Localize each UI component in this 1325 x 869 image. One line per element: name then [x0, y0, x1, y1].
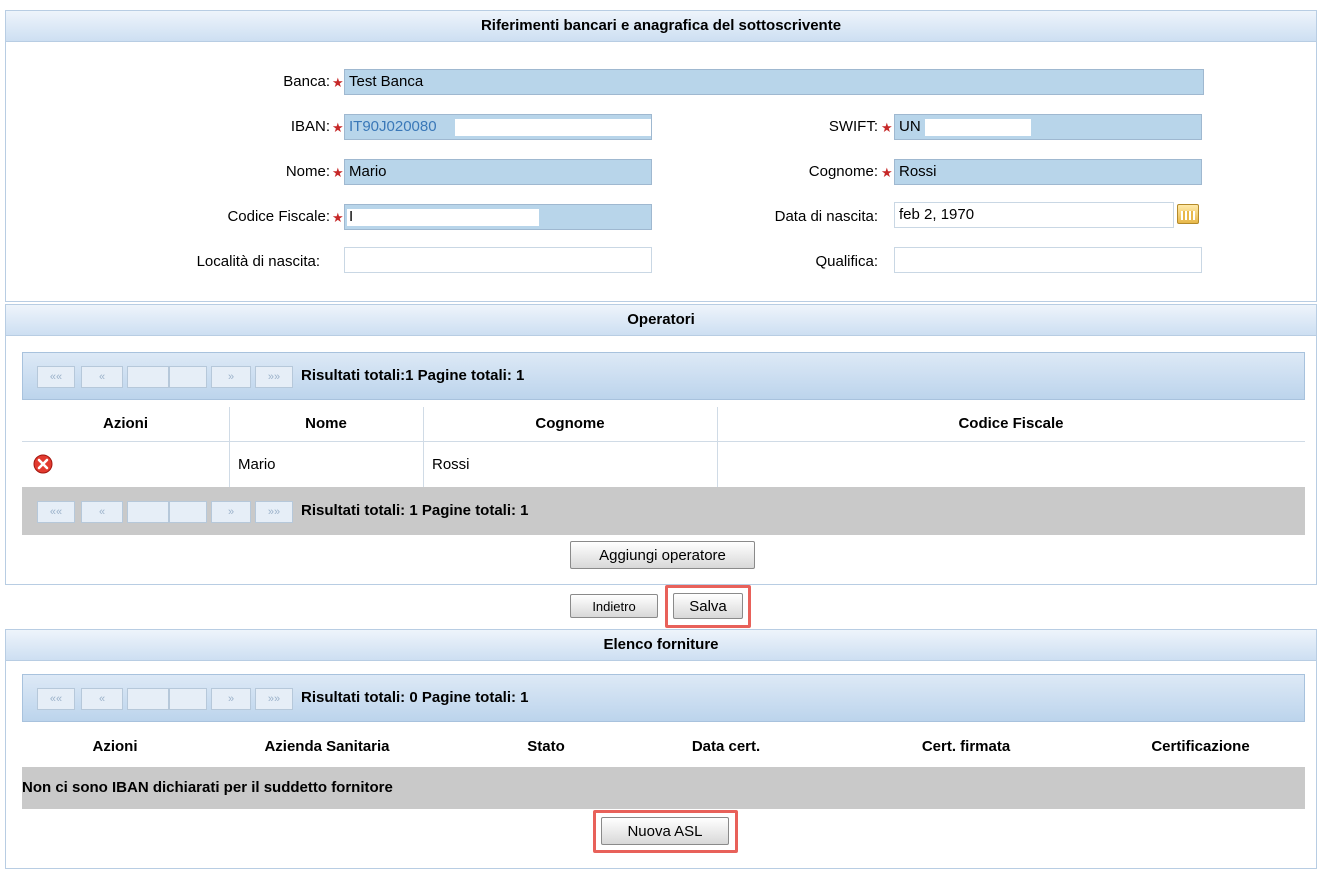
- page-input[interactable]: [127, 366, 169, 388]
- page-count: [169, 501, 207, 523]
- redaction: [455, 119, 651, 136]
- last-page-button[interactable]: »»: [255, 366, 293, 388]
- col-cert-firmata[interactable]: Cert. firmata: [836, 738, 1096, 755]
- next-page-button[interactable]: »: [211, 501, 251, 523]
- col-codice-fiscale[interactable]: Codice Fiscale: [717, 415, 1305, 432]
- localita-label: Località di nascita:: [196, 253, 320, 270]
- forniture-table-header: Azioni Azienda Sanitaria Stato Data cert…: [22, 730, 1305, 764]
- cell-cognome: Rossi: [432, 456, 470, 473]
- redaction: [347, 209, 539, 226]
- cognome-field[interactable]: Rossi: [894, 159, 1202, 185]
- required-icon: ★: [332, 75, 344, 90]
- last-page-button[interactable]: »»: [255, 501, 293, 523]
- operatori-table-header: Azioni Nome Cognome Codice Fiscale: [22, 407, 1305, 442]
- last-page-button[interactable]: »»: [255, 688, 293, 710]
- nome-field[interactable]: Mario: [344, 159, 652, 185]
- swift-label: SWIFT:: [828, 118, 878, 135]
- empty-message: Non ci sono IBAN dichiarati per il sudde…: [22, 779, 393, 796]
- pager-summary: Risultati totali:1 Pagine totali: 1: [301, 367, 525, 384]
- col-data-cert[interactable]: Data cert.: [616, 738, 836, 755]
- required-icon: ★: [332, 120, 344, 135]
- codice-fiscale-field[interactable]: I: [344, 204, 652, 230]
- page-input[interactable]: [127, 688, 169, 710]
- prev-page-button[interactable]: «: [81, 366, 123, 388]
- empty-row: Non ci sono IBAN dichiarati per il sudde…: [22, 767, 1305, 809]
- col-azioni[interactable]: Azioni: [22, 415, 229, 432]
- first-page-button[interactable]: ««: [37, 501, 75, 523]
- codice-fiscale-label: Codice Fiscale:: [227, 208, 330, 225]
- col-cognome[interactable]: Cognome: [423, 415, 717, 432]
- page-count: [169, 688, 207, 710]
- iban-field[interactable]: IT90J020080: [344, 114, 652, 140]
- banca-field[interactable]: Test Banca: [344, 69, 1204, 95]
- prev-page-button[interactable]: «: [81, 501, 123, 523]
- new-asl-button[interactable]: Nuova ASL: [601, 817, 729, 845]
- col-stato[interactable]: Stato: [476, 738, 616, 755]
- col-certificazione[interactable]: Certificazione: [1096, 738, 1305, 755]
- first-page-button[interactable]: ««: [37, 688, 75, 710]
- qualifica-label: Qualifica:: [815, 253, 878, 270]
- page-input[interactable]: [127, 501, 169, 523]
- table-row: Mario Rossi: [22, 442, 1305, 486]
- calendar-icon[interactable]: [1177, 204, 1199, 224]
- next-page-button[interactable]: »: [211, 366, 251, 388]
- first-page-button[interactable]: ««: [37, 366, 75, 388]
- bank-details-title: Riferimenti bancari e anagrafica del sot…: [6, 11, 1316, 42]
- col-azioni[interactable]: Azioni: [22, 738, 208, 755]
- forniture-title: Elenco forniture: [6, 630, 1316, 661]
- iban-label: IBAN:: [290, 118, 330, 135]
- save-button[interactable]: Salva: [673, 593, 743, 619]
- col-azienda-sanitaria[interactable]: Azienda Sanitaria: [208, 738, 446, 755]
- swift-field[interactable]: UN: [894, 114, 1202, 140]
- prev-page-button[interactable]: «: [81, 688, 123, 710]
- banca-label: Banca:: [283, 73, 330, 90]
- qualifica-field[interactable]: [894, 247, 1202, 273]
- pager-summary: Risultati totali: 1 Pagine totali: 1: [301, 502, 529, 519]
- col-nome[interactable]: Nome: [229, 415, 423, 432]
- operatori-title: Operatori: [6, 305, 1316, 336]
- page-count: [169, 366, 207, 388]
- operatori-pager-top: «« « » »» Risultati totali:1 Pagine tota…: [22, 352, 1305, 400]
- required-icon: ★: [332, 210, 344, 225]
- pager-summary: Risultati totali: 0 Pagine totali: 1: [301, 689, 529, 706]
- data-nascita-label: Data di nascita:: [774, 208, 878, 225]
- required-icon: ★: [881, 165, 893, 180]
- delete-icon[interactable]: [33, 454, 53, 474]
- required-icon: ★: [881, 120, 893, 135]
- redaction: [925, 119, 1031, 136]
- operatori-pager-bottom: «« « » »» Risultati totali: 1 Pagine tot…: [22, 487, 1305, 535]
- cognome-label: Cognome:: [808, 163, 878, 180]
- add-operator-button[interactable]: Aggiungi operatore: [570, 541, 755, 569]
- back-button[interactable]: Indietro: [570, 594, 658, 618]
- next-page-button[interactable]: »: [211, 688, 251, 710]
- required-icon: ★: [332, 165, 344, 180]
- cell-nome: Mario: [238, 456, 276, 473]
- nome-label: Nome:: [285, 163, 330, 180]
- localita-field[interactable]: [344, 247, 652, 273]
- forniture-pager: «« « » »» Risultati totali: 0 Pagine tot…: [22, 674, 1305, 722]
- data-nascita-field[interactable]: feb 2, 1970: [894, 202, 1174, 228]
